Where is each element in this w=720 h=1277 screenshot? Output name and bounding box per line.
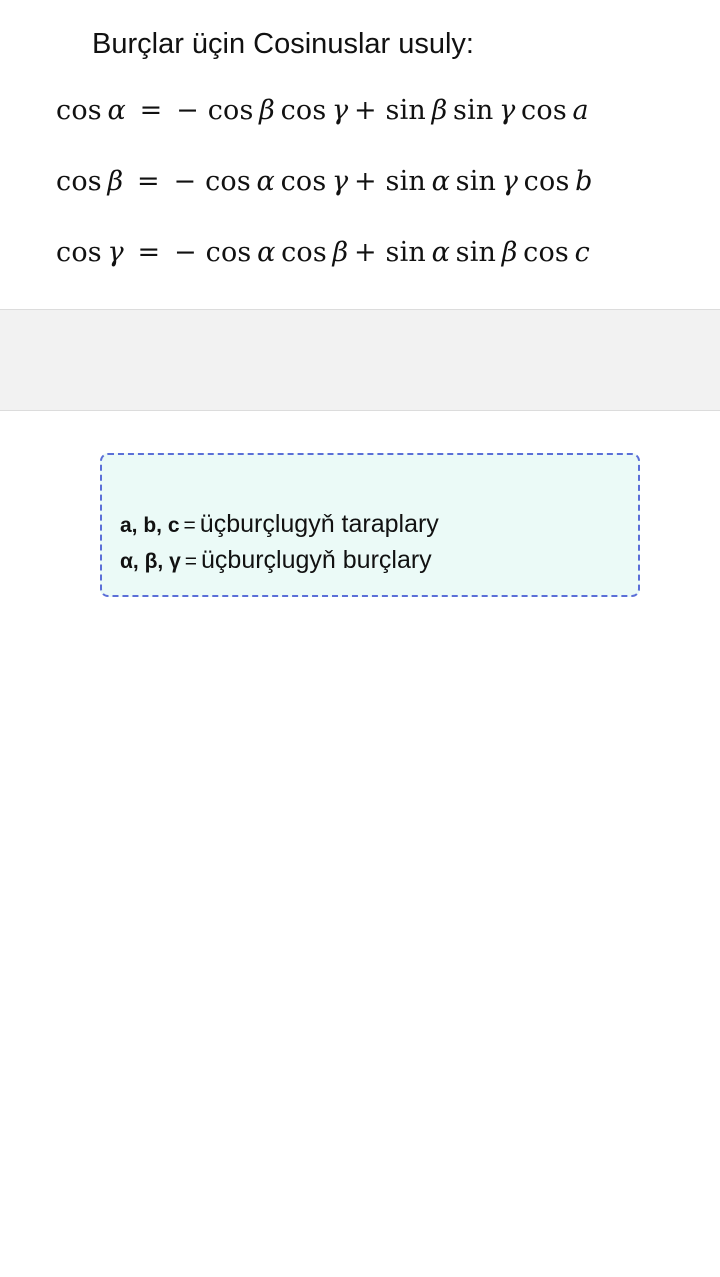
- legend-equals: =: [183, 514, 196, 537]
- formula-term: − cos: [173, 166, 251, 197]
- legend-description: üçburçlugyň taraplary: [199, 510, 439, 538]
- page-title: Burçlar üçin Cosinuslar usuly:: [92, 28, 474, 60]
- formula-term: cos: [523, 166, 570, 197]
- formula-term: cos: [56, 237, 102, 268]
- divider-band: [0, 309, 720, 411]
- formula-variable: γ: [501, 166, 519, 197]
- formula-term: cos: [281, 237, 327, 268]
- page: Burçlar üçin Cosinuslar usuly: cos α = −…: [0, 0, 720, 1277]
- formula-term: cos: [521, 95, 567, 126]
- legend-box: a, b, c = üçburçlugyň taraplary α, β, γ = üç…: [100, 453, 640, 597]
- formula-variable: b: [575, 166, 593, 197]
- formula-variable: β: [107, 166, 124, 197]
- formula-term: cos: [280, 95, 327, 126]
- formula-variable: β: [259, 95, 275, 126]
- formula-variable: β: [501, 237, 518, 268]
- formula-variable: α: [431, 237, 451, 268]
- formula-variable: α: [256, 166, 275, 197]
- legend-description: üçburçlugyň burçlary: [201, 546, 432, 574]
- formula-equals: =: [136, 166, 160, 197]
- formula-variable: c: [574, 237, 590, 268]
- formula-variable: γ: [332, 95, 349, 126]
- formula-variable: α: [431, 166, 451, 197]
- formula-term: − cos: [176, 95, 254, 126]
- legend-row-angles: α, β, γ = üçburçlugyň burçlary: [120, 546, 432, 575]
- formula-term: + sin: [353, 95, 427, 126]
- formula-variable: β: [431, 95, 448, 126]
- formula-variable: a: [572, 95, 589, 126]
- formula-variable: α: [257, 237, 276, 268]
- legend-key: a, b, c: [120, 514, 180, 537]
- formula-term: sin: [453, 95, 494, 126]
- formula-variable: γ: [107, 237, 124, 268]
- formula-term: cos: [523, 237, 569, 268]
- formula-equals: =: [139, 95, 163, 126]
- formula-term: + sin: [353, 237, 427, 268]
- formula-term: − cos: [174, 237, 252, 268]
- formula-section: Burçlar üçin Cosinuslar usuly: cos α = −…: [0, 0, 720, 309]
- formula-term: cos: [56, 95, 102, 126]
- legend-key: α, β, γ: [120, 550, 181, 573]
- formula-term: cos: [280, 166, 327, 197]
- legend-equals: =: [184, 550, 198, 573]
- formula-term: sin: [455, 166, 497, 197]
- formula-term: + sin: [353, 166, 427, 197]
- formula-term: sin: [455, 237, 497, 268]
- legend-row-sides: a, b, c = üçburçlugyň taraplary: [120, 510, 439, 539]
- formula-variable: α: [107, 95, 126, 126]
- formula-equals: =: [137, 237, 161, 268]
- formula-term: cos: [56, 166, 102, 197]
- formula-variable: γ: [499, 95, 516, 126]
- formula-variable: γ: [332, 166, 349, 197]
- formula-variable: β: [332, 237, 349, 268]
- formula-cos-beta: cos β = − cos α cos γ + sin α sin γ cos …: [56, 166, 593, 197]
- formula-cos-alpha: cos α = − cos β cos γ + sin β sin γ cos …: [56, 95, 589, 126]
- formula-cos-gamma: cos γ = − cos α cos β + sin α sin β cos …: [56, 237, 590, 268]
